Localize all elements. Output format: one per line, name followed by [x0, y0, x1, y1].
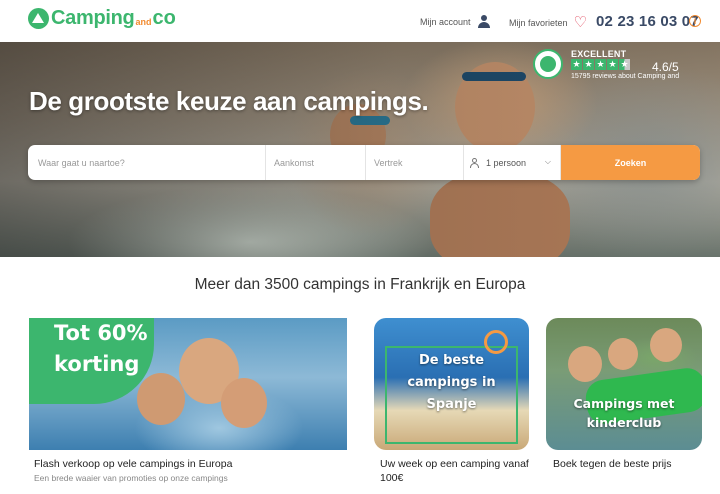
discount-line-2: korting: [54, 352, 140, 376]
card-child-image: [650, 328, 682, 362]
favorites-label: Mijn favorieten: [509, 17, 568, 28]
section-tagline: Meer dan 3500 campings in Frankrijk en E…: [194, 276, 526, 293]
card-child-image: [608, 338, 638, 370]
card-title[interactable]: Uw week op een camping vanaf 100€: [380, 457, 530, 485]
card-subtitle: Een brede waaier van promoties op onze c…: [34, 473, 228, 483]
card-overlay-line: Spanje: [426, 397, 477, 412]
info-icon[interactable]: i: [689, 15, 701, 27]
card-overlay-text: De beste campings in Spanje: [374, 350, 529, 416]
card-overlay-line: campings in: [407, 375, 496, 390]
arrival-date-input[interactable]: Aankomst: [266, 145, 366, 180]
discount-line-1: Tot 60%: [54, 321, 148, 345]
half-star-icon: ★: [619, 59, 630, 70]
rating-stars: ★ ★ ★ ★ ★: [571, 59, 631, 70]
star-icon: ★: [583, 59, 594, 70]
card-overlay-line: De beste: [418, 353, 485, 368]
site-header: Camping and co Mijn account Mijn favorie…: [0, 0, 720, 42]
user-icon: [477, 15, 490, 28]
logo-tent-icon: [28, 8, 49, 29]
card-overlay-line: Campings met: [573, 396, 675, 411]
search-bar: Waar gaat u naartoe? Aankomst Vertrek 1 …: [28, 145, 700, 180]
trustpilot-badge-icon: [533, 49, 563, 79]
persons-select[interactable]: 1 persoon ⌵: [464, 145, 561, 180]
card-title[interactable]: Boek tegen de beste prijs: [553, 457, 672, 471]
card-child-image: [221, 378, 267, 428]
star-icon: ★: [571, 59, 582, 70]
heart-icon: ♡: [573, 14, 587, 31]
card-overlay-line: kinderclub: [586, 415, 662, 430]
card-child-image: [568, 346, 602, 382]
persons-value: 1 persoon: [486, 157, 527, 168]
logo-text: Camping: [51, 7, 135, 29]
account-label: Mijn account: [420, 16, 471, 27]
rating-widget[interactable]: EXCELLENT ★ ★ ★ ★ ★ 4.6/5 15795 reviews …: [533, 49, 685, 85]
person-icon: [470, 157, 481, 168]
card-title[interactable]: Flash verkoop op vele campings in Europa: [34, 457, 232, 471]
departure-date-input[interactable]: Vertrek: [366, 145, 464, 180]
logo-and-text: and: [135, 17, 152, 27]
phone-number[interactable]: 02 23 16 03 07: [596, 13, 699, 30]
rating-label: EXCELLENT: [571, 49, 627, 59]
search-button[interactable]: Zoeken: [561, 145, 700, 180]
card-spain-image[interactable]: De beste campings in Spanje: [374, 318, 529, 450]
star-icon: ★: [595, 59, 606, 70]
logo-co-text: co: [152, 7, 176, 29]
account-link[interactable]: Mijn account: [420, 15, 490, 28]
destination-input[interactable]: Waar gaat u naartoe?: [28, 145, 266, 180]
hero-title: De grootste keuze aan campings.: [29, 86, 429, 116]
favorites-link[interactable]: Mijn favorieten ♡: [509, 15, 587, 30]
card-kidsclub-image[interactable]: Campings met kinderclub: [546, 318, 702, 450]
card-child-image: [137, 373, 185, 425]
card-overlay-text: Campings met kinderclub: [546, 394, 702, 432]
rating-score: 4.6/5: [652, 60, 679, 74]
star-icon: ★: [607, 59, 618, 70]
chevron-down-icon: ⌵: [544, 157, 551, 166]
logo[interactable]: Camping and co: [28, 7, 176, 30]
rating-reviews: 15795 reviews about Camping and: [571, 73, 680, 80]
